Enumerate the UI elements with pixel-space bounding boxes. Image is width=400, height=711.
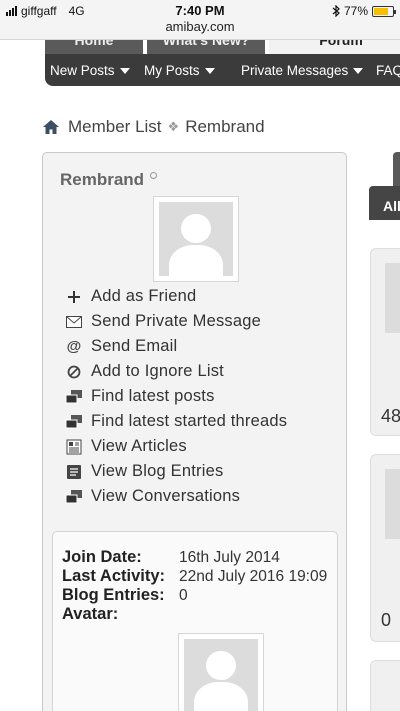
chevron-down-icon: [204, 68, 215, 75]
tab-forum[interactable]: Forum: [269, 40, 400, 54]
nav-private-messages[interactable]: Private Messages: [241, 63, 364, 78]
action-label: View Articles: [91, 437, 187, 455]
nav-private-messages-label: Private Messages: [241, 63, 349, 78]
send-email-link[interactable]: @ Send Email: [65, 334, 287, 359]
action-label: Send Email: [91, 337, 178, 355]
ignore-list-link[interactable]: Add to Ignore List: [65, 359, 287, 384]
address-bar-url[interactable]: amibay.com: [0, 19, 400, 34]
home-icon[interactable]: [42, 119, 60, 135]
offline-status-icon: [150, 172, 158, 179]
blog-entries-value: 0: [179, 587, 188, 604]
send-private-message-link[interactable]: Send Private Message: [65, 309, 287, 334]
card-thumbnail: [385, 263, 400, 333]
join-date-row: Join Date: 16th July 2014: [62, 548, 332, 567]
action-label: View Blog Entries: [91, 462, 224, 480]
breadcrumb-separator-icon: ❖: [167, 119, 180, 134]
articles-icon: [65, 439, 83, 455]
battery-icon: [372, 5, 396, 17]
default-avatar-icon: [159, 202, 233, 276]
action-label: Add to Ignore List: [91, 362, 224, 380]
nav-faq-label: FAQ: [376, 63, 400, 78]
forum-navbar: New Posts My Posts Private Messages FAQ: [45, 54, 400, 86]
chevron-down-icon: [353, 68, 364, 75]
breadcrumb: Member List ❖ Rembrand: [42, 117, 265, 137]
site-tabs: Home What's New? Forum: [45, 40, 400, 54]
find-latest-threads-link[interactable]: Find latest started threads: [65, 409, 287, 434]
posts-icon: [65, 389, 83, 405]
profile-actions: Add as Friend Send Private Message @ Send…: [65, 284, 287, 509]
tab-all[interactable]: All: [369, 186, 400, 220]
join-date-value: 16th July 2014: [179, 549, 280, 566]
envelope-icon: [65, 314, 83, 330]
breadcrumb-current: Rembrand: [185, 117, 265, 136]
action-label: Send Private Message: [91, 312, 262, 330]
right-tab-edge: [393, 152, 400, 186]
battery-percent: 77%: [343, 4, 368, 18]
at-sign-icon: @: [66, 338, 82, 355]
threads-icon: [65, 414, 83, 430]
profile-username: Rembrand: [60, 170, 158, 190]
join-date-label: Join Date:: [62, 548, 142, 566]
default-avatar-icon: [184, 639, 258, 711]
blog-icon: [65, 464, 83, 480]
stat-number: 0: [381, 610, 392, 630]
breadcrumb-member-list[interactable]: Member List: [68, 117, 162, 137]
bluetooth-icon: [332, 5, 340, 17]
nav-faq[interactable]: FAQ: [376, 63, 400, 78]
profile-info-list: Join Date: 16th July 2014 Last Activity:…: [62, 548, 332, 624]
username-text: Rembrand: [60, 170, 145, 189]
chevron-down-icon: [119, 68, 130, 75]
profile-info-box: Join Date: 16th July 2014 Last Activity:…: [52, 531, 338, 711]
action-label: Find latest started threads: [91, 412, 288, 430]
last-activity-row: Last Activity: 22nd July 2016 19:09: [62, 567, 332, 586]
conversations-icon: [65, 489, 83, 505]
action-label: View Conversations: [91, 487, 241, 505]
status-bar: giffgaff 4G 7:40 PM amibay.com 77%: [0, 0, 400, 40]
last-activity-label: Last Activity:: [62, 567, 165, 585]
stats-card: [370, 660, 400, 711]
avatar-label: Avatar:: [62, 605, 119, 623]
action-label: Add as Friend: [91, 287, 197, 305]
nav-my-posts-label: My Posts: [144, 63, 200, 78]
avatar-row: Avatar:: [62, 605, 332, 624]
add-friend-link[interactable]: Add as Friend: [65, 284, 287, 309]
blog-entries-row: Blog Entries: 0: [62, 586, 332, 605]
block-icon: [65, 364, 83, 380]
plus-icon: [65, 289, 83, 305]
tab-home[interactable]: Home: [45, 40, 143, 54]
action-label: Find latest posts: [91, 387, 215, 405]
find-latest-posts-link[interactable]: Find latest posts: [65, 384, 287, 409]
view-articles-link[interactable]: View Articles: [65, 434, 287, 459]
battery-info: 77%: [332, 4, 396, 18]
nav-new-posts[interactable]: New Posts: [50, 63, 130, 78]
avatar-image: [178, 633, 264, 711]
blog-entries-label: Blog Entries:: [62, 586, 165, 604]
profile-sidebar: Rembrand Add as Friend Send Private Mess…: [42, 152, 347, 711]
view-blog-entries-link[interactable]: View Blog Entries: [65, 459, 287, 484]
stat-number: 48: [381, 406, 400, 426]
nav-new-posts-label: New Posts: [50, 63, 115, 78]
tab-whats-new[interactable]: What's New?: [147, 40, 265, 54]
card-thumbnail: [385, 469, 400, 539]
last-activity-value: 22nd July 2016 19:09: [179, 568, 328, 585]
nav-my-posts[interactable]: My Posts: [144, 63, 215, 78]
avatar: [153, 196, 239, 282]
view-conversations-link[interactable]: View Conversations: [65, 484, 287, 509]
